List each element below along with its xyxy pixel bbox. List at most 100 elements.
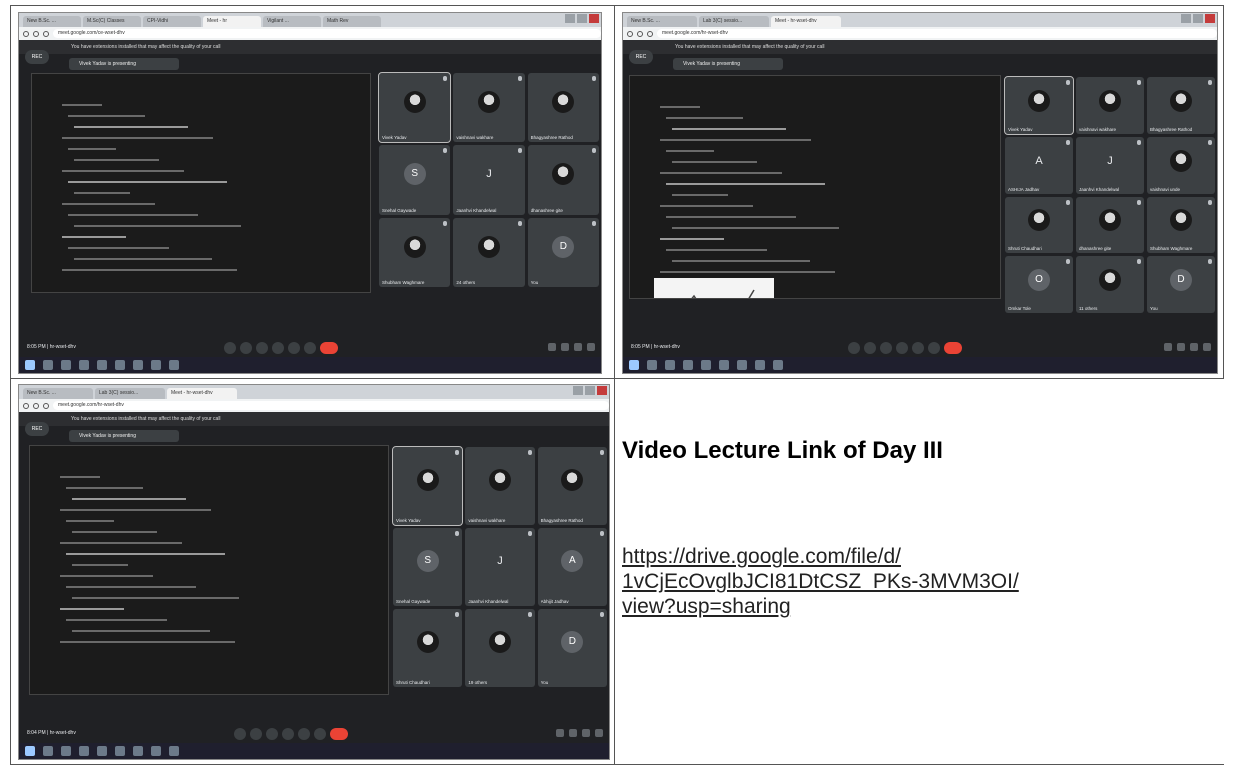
taskbar-app-icon[interactable] — [133, 746, 143, 756]
drive-link[interactable]: https://drive.google.com/file/d/ 1vCjEcO… — [622, 544, 1019, 619]
windows-start-icon[interactable] — [629, 360, 639, 370]
participant-tile[interactable]: D You — [1147, 256, 1215, 313]
captions-button[interactable] — [266, 728, 278, 740]
participant-tile[interactable]: Shubham Waghmare — [379, 217, 451, 287]
participant-tile[interactable]: Shruti Chaudhari — [1005, 196, 1073, 254]
taskbar-app-icon[interactable] — [133, 360, 143, 370]
activities-icon[interactable] — [595, 729, 603, 737]
taskbar-app-icon[interactable] — [701, 360, 711, 370]
present-button[interactable] — [298, 728, 310, 740]
mic-button[interactable] — [234, 728, 246, 740]
browser-tab[interactable]: M.Sc(C) Classes — [83, 16, 141, 27]
presenting-chip[interactable]: Vivek Yadav is presenting — [69, 58, 179, 70]
maximize-button[interactable] — [577, 14, 587, 23]
back-button[interactable] — [627, 30, 633, 37]
taskbar-app-icon[interactable] — [43, 746, 53, 756]
info-icon[interactable] — [556, 729, 564, 737]
chat-icon[interactable] — [582, 729, 590, 737]
drive-link-line-3[interactable]: view?usp=sharing — [622, 594, 1019, 619]
people-icon[interactable] — [1177, 343, 1185, 351]
url-field[interactable]: meet.google.com/ce-wset-dhv — [53, 29, 601, 38]
url-field[interactable]: meet.google.com/hr-wset-dhv — [657, 29, 1217, 38]
browser-tab[interactable]: New B.Sc. ... — [23, 16, 81, 27]
more-options-button[interactable] — [314, 728, 326, 740]
participant-tile[interactable]: S Snehal Gaywade — [379, 145, 451, 215]
taskbar-app-icon[interactable] — [737, 360, 747, 370]
forward-button[interactable] — [33, 402, 39, 409]
reload-button[interactable] — [647, 30, 653, 37]
chat-icon[interactable] — [574, 343, 582, 351]
camera-button[interactable] — [240, 342, 252, 354]
browser-tab[interactable]: Meet - hr — [203, 16, 261, 27]
browser-tab[interactable]: Lab 3(C) sessio... — [699, 16, 769, 27]
browser-tab[interactable]: New B.Sc. ... — [23, 388, 93, 399]
taskbar-app-icon[interactable] — [773, 360, 783, 370]
windows-start-icon[interactable] — [25, 360, 35, 370]
taskbar-app-icon[interactable] — [665, 360, 675, 370]
url-field[interactable]: meet.google.com/hr-wset-dhv — [53, 401, 609, 410]
taskbar-app-icon[interactable] — [683, 360, 693, 370]
participant-tile[interactable]: dhanashree gite — [527, 145, 599, 215]
close-button[interactable] — [589, 14, 599, 23]
taskbar-app-icon[interactable] — [719, 360, 729, 370]
browser-tab[interactable]: Vigilant ... — [263, 16, 321, 27]
participant-tile[interactable]: vaishnavi unde — [1147, 136, 1215, 194]
taskbar-app-icon[interactable] — [97, 746, 107, 756]
taskbar-app-icon[interactable] — [97, 360, 107, 370]
more-options-button[interactable] — [304, 342, 316, 354]
mic-button[interactable] — [224, 342, 236, 354]
taskbar-app-icon[interactable] — [755, 360, 765, 370]
taskbar-app-icon[interactable] — [169, 360, 179, 370]
minimize-button[interactable] — [1181, 14, 1191, 23]
maximize-button[interactable] — [585, 386, 595, 395]
taskbar-app-icon[interactable] — [79, 746, 89, 756]
participant-tile[interactable]: Bhagyashree Rathod — [527, 73, 599, 143]
maximize-button[interactable] — [1193, 14, 1203, 23]
activities-icon[interactable] — [587, 343, 595, 351]
raise-hand-button[interactable] — [282, 728, 294, 740]
people-icon[interactable] — [569, 729, 577, 737]
taskbar-app-icon[interactable] — [61, 360, 71, 370]
present-button[interactable] — [288, 342, 300, 354]
participant-tile[interactable]: vaishnavi wakhare — [465, 447, 535, 525]
camera-button[interactable] — [864, 342, 876, 354]
forward-button[interactable] — [637, 30, 643, 37]
reload-button[interactable] — [43, 30, 49, 37]
presenting-chip[interactable]: Vivek Yadav is presenting — [69, 430, 179, 442]
participant-tile[interactable]: A ASHIJA Jadhav — [1005, 136, 1073, 194]
participant-tile[interactable]: vaishnavi wakhare — [453, 73, 525, 143]
minimize-button[interactable] — [573, 386, 583, 395]
browser-tab[interactable]: New B.Sc. ... — [627, 16, 697, 27]
participant-tile[interactable]: 24 others — [453, 217, 525, 287]
drive-link-line-1[interactable]: https://drive.google.com/file/d/ — [622, 544, 1019, 569]
mic-button[interactable] — [848, 342, 860, 354]
participant-tile[interactable]: J Jaanhvi Khandelwal — [465, 528, 535, 606]
more-options-button[interactable] — [928, 342, 940, 354]
taskbar-app-icon[interactable] — [61, 746, 71, 756]
camera-button[interactable] — [250, 728, 262, 740]
chat-icon[interactable] — [1190, 343, 1198, 351]
end-call-button[interactable] — [320, 342, 338, 354]
browser-tab[interactable]: Math Rev — [323, 16, 381, 27]
close-button[interactable] — [1205, 14, 1215, 23]
participant-tile[interactable]: 11 others — [1076, 256, 1144, 313]
end-call-button[interactable] — [944, 342, 962, 354]
participant-tile[interactable]: Bhagyashree Rathod — [537, 447, 607, 525]
reload-button[interactable] — [43, 402, 49, 409]
minimize-button[interactable] — [565, 14, 575, 23]
participant-tile[interactable]: J Jaanhvi Khandelwal — [1076, 136, 1144, 194]
participant-tile[interactable]: Shruti Chaudhari — [393, 609, 463, 687]
participant-tile[interactable]: D You — [527, 217, 599, 287]
captions-button[interactable] — [256, 342, 268, 354]
taskbar-app-icon[interactable] — [151, 360, 161, 370]
taskbar-app-icon[interactable] — [647, 360, 657, 370]
taskbar-app-icon[interactable] — [115, 360, 125, 370]
participant-tile[interactable]: Vivek Yadav — [1004, 76, 1074, 135]
participant-tile[interactable]: D You — [537, 609, 607, 687]
participant-tile[interactable]: dhanashree gite — [1076, 196, 1144, 254]
browser-tab[interactable]: CPI-Vidhi — [143, 16, 201, 27]
windows-start-icon[interactable] — [25, 746, 35, 756]
close-button[interactable] — [597, 386, 607, 395]
taskbar-app-icon[interactable] — [169, 746, 179, 756]
drive-link-line-2[interactable]: 1vCjEcOvglbJCI81DtCSZ_PKs-3MVM3OI/ — [622, 569, 1019, 594]
